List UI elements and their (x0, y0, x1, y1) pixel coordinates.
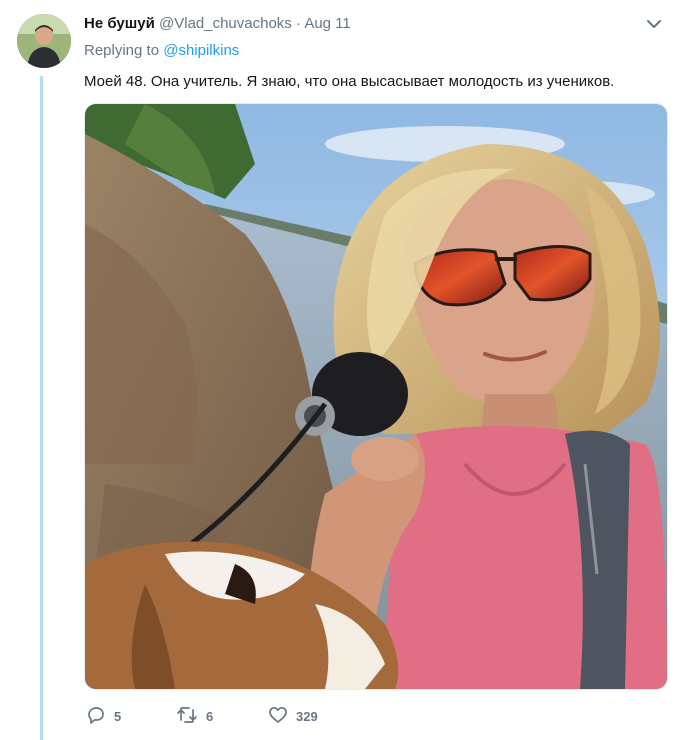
tweet-text: Моей 48. Она учитель. Я знаю, что она вы… (84, 73, 615, 90)
replying-to: Replying to @shipilkins (84, 41, 239, 61)
retweet-icon (176, 705, 198, 728)
chevron-down-icon[interactable] (646, 16, 662, 32)
tweet-card: Не бушуй @Vlad_chuvachoks · Aug 11 Reply… (0, 0, 700, 740)
retweet-count: 6 (206, 708, 214, 724)
mention-link[interactable]: @shipilkins (163, 42, 239, 59)
heart-icon (268, 705, 288, 728)
reply-icon (86, 705, 106, 728)
tweet-date[interactable]: Aug 11 (304, 15, 350, 32)
like-button[interactable]: 329 (268, 705, 358, 728)
author-handle[interactable]: @Vlad_chuvachoks (159, 15, 292, 32)
thread-line (40, 76, 43, 740)
avatar[interactable] (17, 14, 71, 68)
like-count: 329 (296, 708, 318, 724)
tweet-photo[interactable] (84, 103, 668, 690)
retweet-button[interactable]: 6 (176, 705, 268, 728)
action-bar: 5 6 329 (86, 704, 358, 728)
replying-to-label: Replying to (84, 42, 160, 59)
reply-count: 5 (114, 708, 122, 724)
tweet-header: Не бушуй @Vlad_chuvachoks · Aug 11 (84, 13, 660, 35)
reply-button[interactable]: 5 (86, 705, 176, 728)
author-name[interactable]: Не бушуй (84, 15, 155, 32)
separator-dot: · (295, 15, 301, 32)
